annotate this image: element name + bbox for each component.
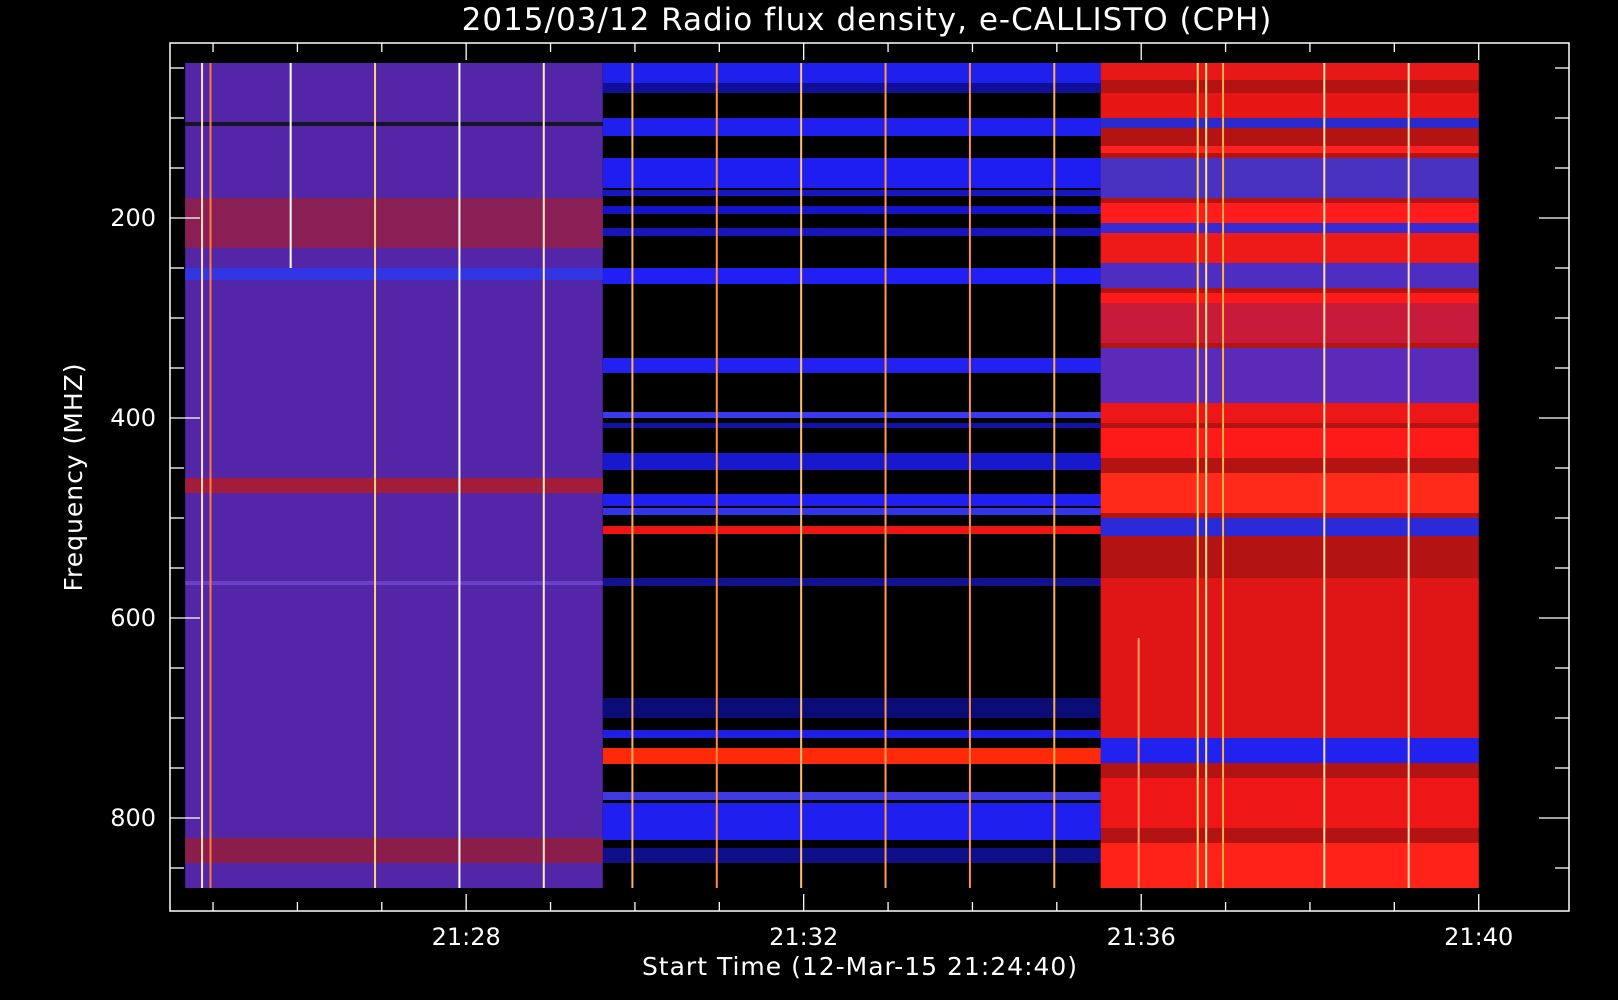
x-tick-label: 21:40 (1444, 923, 1513, 951)
frequency-band-7 (602, 83, 1101, 93)
frequency-band-21 (602, 578, 1101, 586)
frequency-band-15 (602, 412, 1101, 418)
frequency-band-43 (1100, 518, 1479, 536)
frequency-band-13 (602, 268, 1101, 284)
y-tick-label: 800 (110, 804, 156, 832)
frequency-band-3 (185, 478, 603, 493)
frequency-band-42 (1100, 473, 1479, 513)
frequency-band-40 (1100, 403, 1479, 423)
frequency-band-12 (602, 228, 1101, 236)
x-tick-label: 21:32 (769, 923, 838, 951)
frequency-band-17 (602, 453, 1101, 470)
frequency-band-8 (602, 118, 1101, 136)
spectrogram-segment-0 (185, 63, 603, 888)
frequency-band-22 (602, 698, 1101, 718)
frequency-band-26 (602, 803, 1101, 840)
frequency-band-23 (602, 730, 1101, 738)
frequency-band-30 (1100, 118, 1479, 128)
frequency-band-20 (602, 526, 1101, 534)
frequency-band-34 (1100, 223, 1479, 233)
frequency-band-11 (602, 206, 1101, 214)
frequency-band-18 (602, 494, 1101, 506)
x-tick-label: 21:36 (1107, 923, 1176, 951)
frequency-band-32 (1100, 158, 1479, 198)
y-tick-label: 200 (110, 204, 156, 232)
frequency-band-4 (185, 581, 603, 585)
frequency-band-39 (1100, 348, 1479, 403)
frequency-band-31 (1100, 146, 1479, 153)
frequency-band-14 (602, 358, 1101, 373)
frequency-band-16 (602, 423, 1101, 428)
frequency-band-10 (602, 190, 1101, 196)
x-tick-label: 21:28 (432, 923, 501, 951)
spectrogram-chart: 2015/03/12 Radio flux density, e-CALLIST… (0, 0, 1618, 1000)
frequency-band-33 (1100, 203, 1479, 223)
frequency-band-29 (1100, 93, 1479, 118)
frequency-band-36 (1100, 263, 1479, 288)
frequency-band-46 (1100, 778, 1479, 828)
frequency-band-28 (1100, 63, 1479, 80)
frequency-band-19 (602, 508, 1101, 515)
frequency-band-38 (1100, 303, 1479, 343)
frequency-band-2 (185, 268, 603, 280)
y-tick-label: 600 (110, 604, 156, 632)
y-tick-label: 400 (110, 404, 156, 432)
frequency-band-37 (1100, 293, 1479, 303)
frequency-band-41 (1100, 428, 1479, 458)
x-axis-label: Start Time (12-Mar-15 21:24:40) (642, 952, 1078, 981)
frequency-band-5 (185, 838, 603, 863)
heatmap-layer (185, 63, 1479, 888)
frequency-band-0 (185, 122, 603, 126)
frequency-band-45 (1100, 738, 1479, 763)
y-axis-label: Frequency (MHZ) (59, 362, 88, 591)
frequency-band-27 (602, 848, 1101, 863)
frequency-band-44 (1100, 578, 1479, 738)
frequency-band-1 (185, 198, 603, 248)
spectrogram-figure: 2015/03/12 Radio flux density, e-CALLIST… (0, 0, 1618, 1000)
frequency-band-25 (602, 792, 1101, 800)
frequency-band-9 (602, 158, 1101, 188)
frequency-band-35 (1100, 233, 1479, 263)
frequency-band-6 (602, 63, 1101, 83)
frequency-band-24 (602, 748, 1101, 764)
chart-title: 2015/03/12 Radio flux density, e-CALLIST… (462, 2, 1273, 38)
frequency-band-47 (1100, 843, 1479, 888)
